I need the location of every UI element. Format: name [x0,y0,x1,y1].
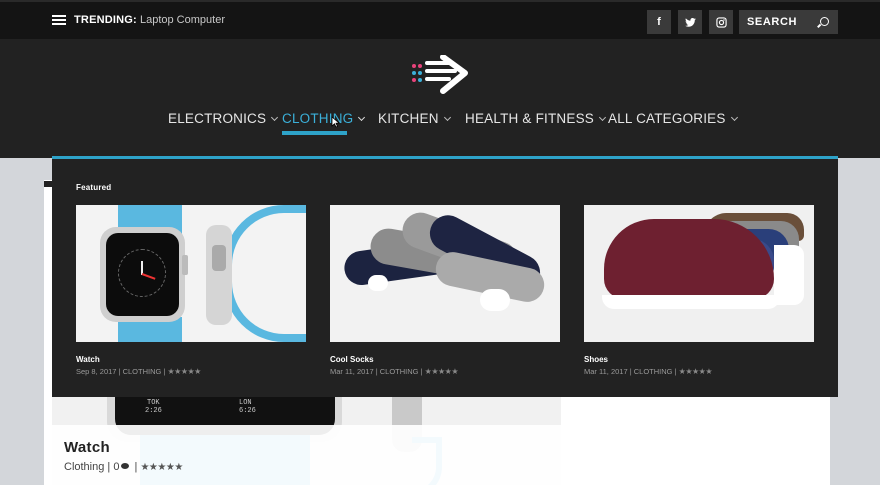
facebook-icon[interactable]: f [647,10,671,34]
watch-label: 6:26 [239,407,256,415]
featured-card-watch[interactable]: Watch Sep 8, 2017 | CLOTHING | ★★★★★ [76,205,306,376]
chevron-down-icon [598,113,607,122]
menu-icon[interactable] [52,15,66,25]
watch-label: TOK [147,399,160,407]
card-category[interactable]: CLOTHING [380,367,419,376]
search-input[interactable]: SEARCH [739,10,838,34]
card-title[interactable]: Cool Socks [330,355,560,364]
rating-stars: ★★★★★ [678,367,713,376]
featured-card-shoes[interactable]: Shoes Mar 11, 2017 | CLOTHING | ★★★★★ [584,205,814,376]
card-date: Mar 11, 2017 [584,367,628,376]
product-thumbnail[interactable] [330,205,560,342]
nav-label: ELECTRONICS [168,111,267,126]
card-meta: Sep 8, 2017 | CLOTHING | ★★★★★ [76,367,201,376]
card-category[interactable]: CLOTHING [634,367,673,376]
main-nav: ELECTRONICS CLOTHING KITCHEN HEALTH & FI… [0,111,880,141]
rating-stars: ★★★★★ [424,367,459,376]
mega-menu-dropdown: Featured Watch Sep 8, 2017 | CLOTHING | … [52,156,838,397]
card-meta: Mar 11, 2017 | CLOTHING | ★★★★★ [330,367,459,376]
watch-label: 2:26 [145,407,162,415]
trending-item[interactable]: Laptop Computer [140,14,225,26]
nav-health-fitness[interactable]: HEALTH & FITNESS [465,111,607,126]
search-icon[interactable] [820,17,829,26]
trending-ticker[interactable]: TRENDING: Laptop Computer [74,14,225,26]
mega-menu-section-label: Featured [76,183,112,192]
twitter-icon[interactable] [678,10,702,34]
comment-icon [121,463,130,469]
rating-stars: ★★★★★ [167,367,201,376]
nav-label: HEALTH & FITNESS [465,111,594,126]
chevron-down-icon [730,113,738,122]
site-header: ELECTRONICS CLOTHING KITCHEN HEALTH & FI… [0,39,880,158]
nav-label: CLOTHING [282,111,354,126]
nav-label: KITCHEN [378,111,439,126]
nav-label: ALL CATEGORIES [608,111,726,126]
chevron-down-icon [358,113,366,122]
card-category[interactable]: CLOTHING [123,367,162,376]
post-category-link[interactable]: Clothing [64,461,104,473]
rating-stars: ★★★★★ [140,462,183,473]
mouse-cursor-icon [331,116,340,128]
product-thumbnail[interactable] [76,205,306,342]
trending-label: TRENDING: [74,14,137,26]
card-title[interactable]: Watch [76,355,306,364]
nav-all-categories[interactable]: ALL CATEGORIES [608,111,738,126]
instagram-icon[interactable] [709,10,733,34]
search-placeholder: SEARCH [747,16,798,28]
chevron-down-icon [443,113,451,122]
post-meta: Clothing | 0 | ★★★★★ [64,461,183,473]
product-thumbnail[interactable] [584,205,814,342]
top-bar: TRENDING: Laptop Computer f SEARCH [0,0,880,39]
nav-clothing[interactable]: CLOTHING [282,111,366,126]
chevron-down-icon [271,113,279,122]
card-date: Mar 11, 2017 [330,367,374,376]
post-title[interactable]: Watch [64,439,110,456]
comment-count[interactable]: 0 [113,461,119,473]
nav-electronics[interactable]: ELECTRONICS [168,111,279,126]
card-title[interactable]: Shoes [584,355,814,364]
watch-label: LON [239,399,252,407]
site-logo[interactable] [411,54,479,102]
nav-kitchen[interactable]: KITCHEN [378,111,451,126]
active-nav-underline [282,131,347,135]
card-date: Sep 8, 2017 [76,367,117,376]
card-meta: Mar 11, 2017 | CLOTHING | ★★★★★ [584,367,713,376]
featured-card-cool-socks[interactable]: Cool Socks Mar 11, 2017 | CLOTHING | ★★★… [330,205,560,376]
